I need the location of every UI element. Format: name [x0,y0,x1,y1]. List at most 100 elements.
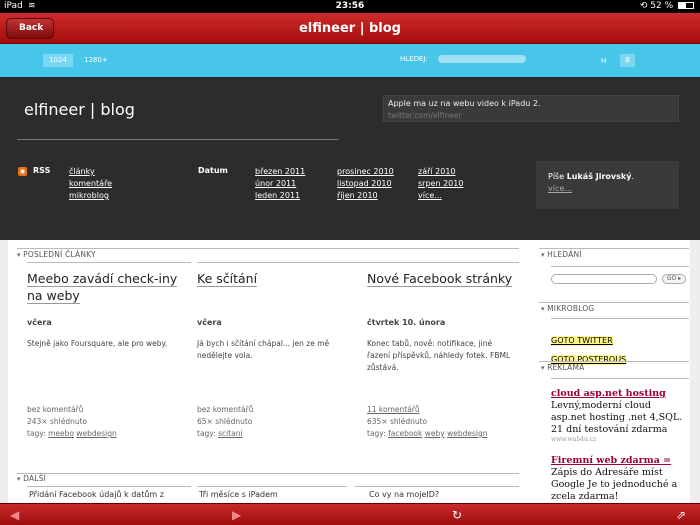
archive-link[interactable]: březen 2011 [255,166,305,178]
search-input[interactable] [438,55,526,63]
article-comments[interactable]: 11 komentářů [367,404,488,416]
rss-label: RSS [33,166,51,175]
rss-icon: ◉ [18,167,27,176]
bottom-toolbar: ◀ ▶ ↻ ⇗ [0,503,700,525]
back-arrow-icon[interactable]: ◀ [10,506,19,524]
battery-icon [678,2,694,9]
ads-heading: REKLAMA [541,363,585,372]
article-excerpt: Stejně jako Foursquare, ale pro weby. [27,339,168,348]
tags-label: tagy: [367,429,386,438]
search-heading: HLEDÁNÍ [541,250,582,259]
more-article-link[interactable]: Co vy na mojeID? [369,490,439,499]
article-title-text[interactable]: Nové Facebook stránky [367,271,513,287]
article-title[interactable]: Nové Facebook stránky [367,270,531,287]
status-bar: iPad ≋ 23:56 ⟲ 52 % [0,0,700,13]
section-divider [17,248,519,249]
battery-status: ⟲ 52 % [640,0,694,13]
article-date: čtvrtek 10. února [367,318,446,327]
top-strip: 1024 1280+ HLEDEJ: H B [0,44,700,77]
tags-label: tagy: [197,429,216,438]
article-card: Nové Facebook stránky čtvrtek 10. února … [355,262,519,447]
ad-block[interactable]: cloud asp.net hosting Levný,moderní clou… [551,388,689,444]
more-article-link[interactable]: Přidání Facebook údajů k datům z [29,490,164,499]
tag-link[interactable]: scitani [218,429,243,438]
archive-link[interactable]: listopad 2010 [337,178,394,190]
article-card: Meebo zavádí check-iny na weby včera Ste… [27,262,191,447]
article-views: 243× shlédnuto [27,417,88,426]
goto-twitter-link[interactable]: GOTO TWITTER [551,336,613,346]
tag-link[interactable]: weby [425,429,445,438]
archive-link[interactable]: říjen 2010 [337,190,394,202]
archive-link[interactable]: srpen 2010 [418,178,463,190]
ad-text: Zápis do Adresáře míst Google Je to jedn… [551,467,678,502]
search-go-button[interactable]: GO ▸ [662,274,686,284]
divider [27,486,191,487]
article-title-text[interactable]: Meebo zavádí check-iny na weby [27,271,178,304]
sidebar-search-input[interactable] [551,274,657,284]
resolution-1024[interactable]: 1024 [43,54,73,67]
app-title: elfineer | blog [298,21,401,36]
ad-text: Levný,moderní cloud asp.net hosting .net… [551,400,683,435]
article-tags: tagy: scitani [197,428,253,440]
rss-links: články komentáře mikroblog [69,166,112,202]
ad-title[interactable]: Firemní web zdarma = [551,455,689,467]
archive-more-link[interactable]: více... [418,190,463,202]
divider [17,139,339,140]
article-tags: tagy: facebook weby webdesign [367,428,488,440]
section-divider [17,473,519,474]
tag-link[interactable]: meebo [48,429,74,438]
divider [551,266,689,267]
archive-column: prosinec 2010 listopad 2010 říjen 2010 [337,166,394,202]
article-title[interactable]: Meebo zavádí check-iny na weby [27,270,191,304]
rss-link-comments[interactable]: komentáře [69,178,112,190]
forward-arrow-icon[interactable]: ▶ [232,506,241,524]
ad-title[interactable]: cloud asp.net hosting [551,388,689,400]
author-more-link[interactable]: více... [548,183,667,195]
article-comments: bez komentářů [27,405,84,414]
b-toggle[interactable]: B [620,54,635,67]
tag-link[interactable]: facebook [388,429,422,438]
browser-window: iPad ≋ 23:56 ⟲ 52 % Back elfineer | blog… [0,0,700,525]
article-meta: bez komentářů 65× shlédnuto tagy: scitan… [197,404,253,440]
search-label: HLEDEJ: [400,55,428,63]
h-toggle[interactable]: H [601,57,606,65]
left-gutter [0,240,8,503]
site-name[interactable]: elfineer | blog [24,100,135,119]
author-name: Lukáš Jirovský [566,172,632,181]
app-bar: Back elfineer | blog [0,13,700,44]
archive-link[interactable]: září 2010 [418,166,463,178]
divider [355,262,519,263]
article-excerpt: Konec tabů, nově: notifikace, jiné řazen… [367,339,511,372]
rss-link-articles[interactable]: články [69,166,112,178]
tag-link[interactable]: webdesign [447,429,487,438]
archive-link[interactable]: prosinec 2010 [337,166,394,178]
tweet-link[interactable]: twitter.com/elfineer [388,110,674,121]
tag-link[interactable]: webdesign [76,429,116,438]
archive-link[interactable]: únor 2011 [255,178,305,190]
share-icon[interactable]: ⇗ [676,506,686,524]
clock: 23:56 [335,1,365,11]
ad-block[interactable]: Firemní web zdarma = Zápis do Adresáře m… [551,455,689,503]
author-line: Píše Lukáš Jirovský. [548,172,634,181]
article-views: 65× shlédnuto [197,417,253,426]
archive-link[interactable]: leden 2011 [255,190,305,202]
article-meta: 11 komentářů 635× shlédnuto tagy: facebo… [367,404,488,440]
article-title[interactable]: Ke sčítání [197,270,361,287]
rss-link-microblog[interactable]: mikroblog [69,190,112,202]
divider [197,262,361,263]
tags-label: tagy: [27,429,46,438]
divider [197,486,347,487]
article-meta: bez komentářů 243× shlédnuto tagy: meebo… [27,404,117,440]
reload-icon[interactable]: ↻ [452,506,462,524]
battery-text: 52 % [650,1,674,11]
divider [551,318,689,319]
tweet-text: Apple ma uz na webu video k iPadu 2. [388,99,541,108]
article-title-text[interactable]: Ke sčítání [197,271,258,287]
lock-rotation-icon: ⟲ [639,1,648,11]
resolution-1280[interactable]: 1280+ [78,54,114,67]
latest-tweet[interactable]: Apple ma uz na webu video k iPadu 2. twi… [383,95,679,122]
microblog-heading: MIKROBLOG [541,304,594,313]
article-date: včera [27,318,52,327]
more-article-link[interactable]: Tři měsíce s iPadem [199,490,278,499]
sidebar-divider [539,361,689,362]
